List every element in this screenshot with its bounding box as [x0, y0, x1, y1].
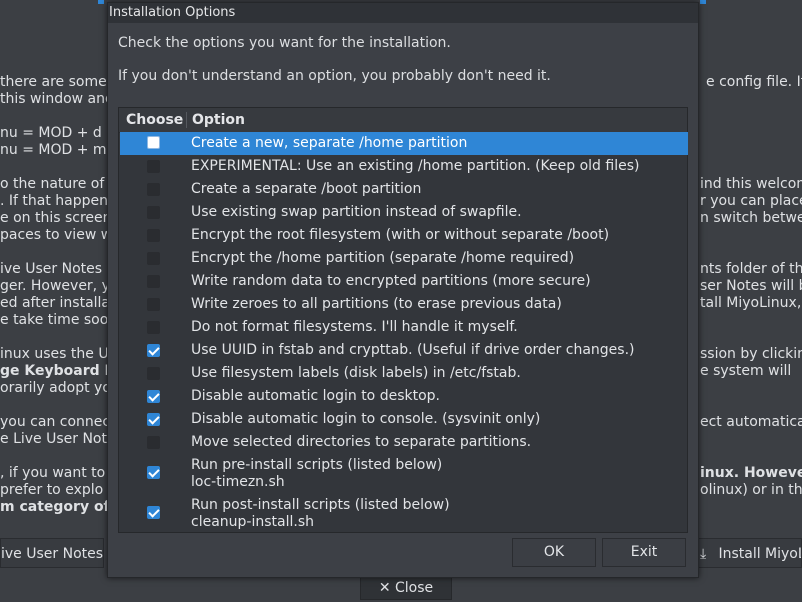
- option-row[interactable]: Use existing swap partition instead of s…: [120, 201, 688, 224]
- option-checkbox-checked[interactable]: [147, 390, 160, 403]
- download-icon: ⤓: [700, 546, 707, 562]
- bg-text-line: . If that happen: [0, 193, 109, 209]
- bg-text-line: this window and: [0, 91, 114, 107]
- option-checkbox[interactable]: [147, 160, 160, 173]
- option-label: Write random data to encrypted partition…: [191, 273, 591, 289]
- option-checkbox[interactable]: [147, 367, 160, 380]
- option-checkbox[interactable]: [147, 136, 160, 149]
- bg-text-line: ser Notes will b: [700, 278, 802, 294]
- option-checkbox[interactable]: [147, 252, 160, 265]
- option-checkbox-checked[interactable]: [147, 506, 160, 519]
- bg-text-line: nu = MOD + d (: [0, 125, 112, 141]
- table-header: Choose Option: [119, 108, 687, 133]
- live-user-notes-button[interactable]: ive User Notes: [0, 538, 104, 568]
- ok-button[interactable]: OK: [512, 538, 596, 567]
- bg-text-line: inux. However,: [700, 465, 802, 481]
- exit-button[interactable]: Exit: [602, 538, 686, 567]
- dialog-message: Check the options you want for the insta…: [118, 35, 451, 51]
- option-row[interactable]: Encrypt the /home partition (separate /h…: [120, 247, 688, 270]
- dialog-title: Installation Options: [108, 3, 698, 23]
- option-label: Disable automatic login to desktop.: [191, 388, 440, 404]
- option-label: Use filesystem labels (disk labels) in /…: [191, 365, 521, 381]
- option-row[interactable]: Write random data to encrypted partition…: [120, 270, 688, 293]
- bg-text-line: olinux) or in the: [700, 482, 802, 498]
- option-row[interactable]: Disable automatic login to desktop.: [120, 385, 688, 408]
- option-checkbox[interactable]: [147, 298, 160, 311]
- bg-text-line: o the nature of i: [0, 176, 113, 192]
- option-row[interactable]: Use UUID in fstab and crypttab. (Useful …: [120, 339, 688, 362]
- column-header-choose[interactable]: Choose: [126, 112, 183, 128]
- option-checkbox[interactable]: [147, 275, 160, 288]
- bg-text-line: e take time soon: [0, 312, 118, 328]
- option-label: Create a new, separate /home partition: [191, 135, 468, 151]
- install-button[interactable]: ⤓ Install MiyoL: [687, 538, 802, 568]
- option-row[interactable]: Run pre-install scripts (listed below) l…: [120, 454, 688, 494]
- option-row[interactable]: Create a separate /boot partition: [120, 178, 688, 201]
- bg-text-line: e config file. If y: [706, 74, 802, 90]
- option-script-name: loc-timezn.sh: [191, 474, 285, 490]
- option-row[interactable]: Write zeroes to all partitions (to erase…: [120, 293, 688, 316]
- option-row[interactable]: Encrypt the root filesystem (with or wit…: [120, 224, 688, 247]
- option-label: EXPERIMENTAL: Use an existing /home part…: [191, 158, 640, 174]
- option-label: Create a separate /boot partition: [191, 181, 422, 197]
- bg-text-line: r you can place: [700, 193, 802, 209]
- option-label: Encrypt the /home partition (separate /h…: [191, 250, 575, 266]
- option-script-name: cleanup-install.sh: [191, 514, 314, 530]
- bg-text-line: ge Keyboard La: [0, 363, 123, 379]
- install-button-label: Install MiyoL: [718, 546, 802, 562]
- bg-text-line: e system will: [700, 363, 792, 379]
- bg-text-line: ive User Notes a: [0, 261, 116, 277]
- bg-text-line: orarily adopt you: [0, 380, 120, 396]
- option-checkbox[interactable]: [147, 436, 160, 449]
- option-row[interactable]: Disable automatic login to console. (sys…: [120, 408, 688, 431]
- option-label: Use UUID in fstab and crypttab. (Useful …: [191, 342, 635, 358]
- bg-text-line: inux uses the US: [0, 346, 118, 362]
- bg-text-line: ssion by clickin: [700, 346, 802, 362]
- option-label: Do not format filesystems. I'll handle i…: [191, 319, 518, 335]
- column-separator: [186, 112, 187, 128]
- option-checkbox-checked[interactable]: [147, 413, 160, 426]
- option-label: Disable automatic login to console. (sys…: [191, 411, 541, 427]
- bg-text-line: n switch betwe: [700, 210, 802, 226]
- option-label: Encrypt the root filesystem (with or wit…: [191, 227, 610, 243]
- option-row[interactable]: Move selected directories to separate pa…: [120, 431, 688, 454]
- window-accent: [700, 0, 706, 4]
- option-row[interactable]: Run post-install scripts (listed below) …: [120, 494, 688, 534]
- option-checkbox-checked[interactable]: [147, 466, 160, 479]
- option-row[interactable]: Create a new, separate /home partition: [120, 132, 688, 155]
- column-header-option[interactable]: Option: [192, 112, 245, 128]
- bg-text-line: e on this screen: [0, 210, 112, 226]
- options-table: Choose Option Create a new, separate /ho…: [118, 107, 688, 533]
- bg-text-line: tall MiyoLinux,: [700, 295, 802, 311]
- option-checkbox-checked[interactable]: [147, 344, 160, 357]
- bg-text-line: prefer to explo: [0, 482, 104, 498]
- option-checkbox[interactable]: [147, 321, 160, 334]
- dialog-hint: If you don't understand an option, you p…: [118, 68, 551, 84]
- option-checkbox[interactable]: [147, 229, 160, 242]
- option-label: Write zeroes to all partitions (to erase…: [191, 296, 562, 312]
- option-checkbox[interactable]: [147, 183, 160, 196]
- option-label: Run pre-install scripts (listed below): [191, 457, 443, 473]
- option-row[interactable]: Use filesystem labels (disk labels) in /…: [120, 362, 688, 385]
- installation-options-dialog: Installation Options Check the options y…: [107, 2, 699, 578]
- bg-text-line: ger. However, y: [0, 278, 110, 294]
- bg-text-line: nu = MOD + m: [0, 142, 107, 158]
- bg-text-line: ect automatical: [700, 414, 802, 430]
- bg-text-line: you can connect: [0, 414, 116, 430]
- option-label: Run post-install scripts (listed below): [191, 497, 450, 513]
- bg-text-line: paces to view w: [0, 227, 113, 243]
- bg-text-line: nts folder of th: [700, 261, 802, 277]
- option-label: Use existing swap partition instead of s…: [191, 204, 522, 220]
- option-row[interactable]: Do not format filesystems. I'll handle i…: [120, 316, 688, 339]
- bg-text-line: , if you want to: [0, 465, 106, 481]
- option-row[interactable]: EXPERIMENTAL: Use an existing /home part…: [120, 155, 688, 178]
- option-checkbox[interactable]: [147, 206, 160, 219]
- bg-text-line: there are some c: [0, 74, 119, 90]
- option-label: Move selected directories to separate pa…: [191, 434, 532, 450]
- bg-text-line: ed after installat: [0, 295, 116, 311]
- window-accent: [98, 0, 104, 4]
- bg-text-line: ind this welcom: [700, 176, 802, 192]
- bg-text-line: e Live User Note: [0, 431, 116, 447]
